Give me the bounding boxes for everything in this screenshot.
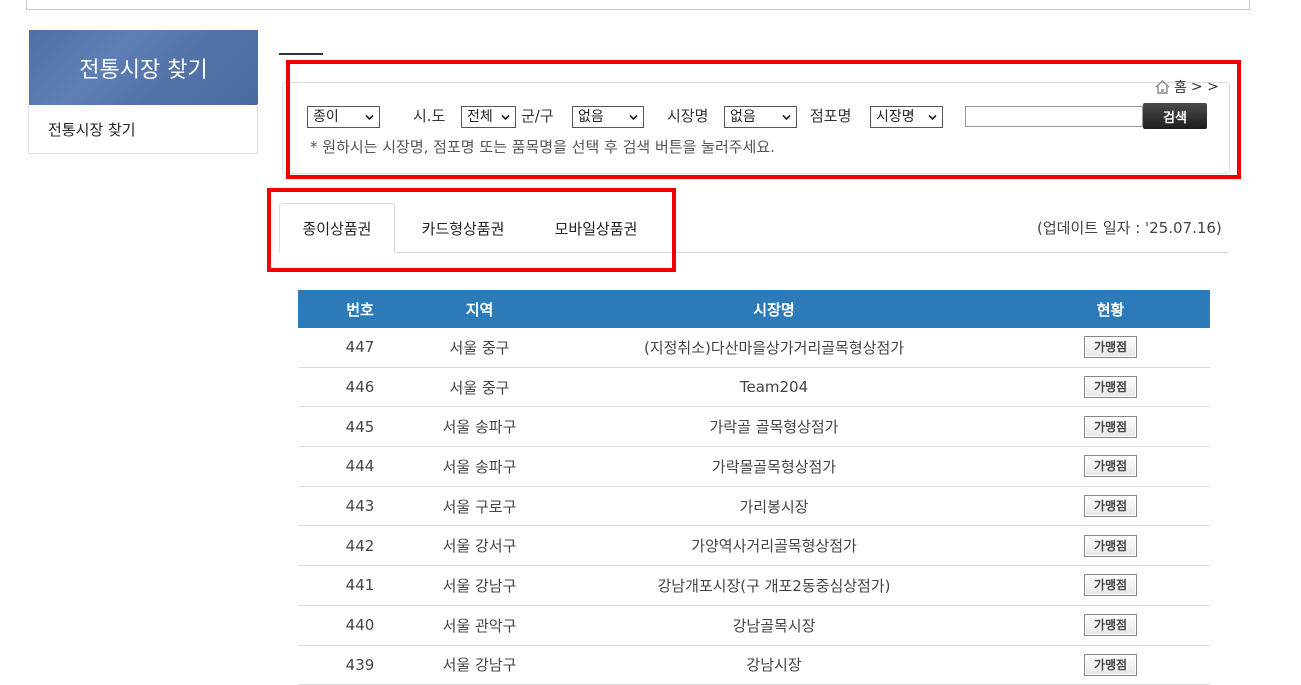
store-list-button[interactable]: 가맹점 [1084,614,1137,636]
market-select[interactable]: 없음 [724,106,797,128]
row-number: 440 [298,606,422,645]
row-market-name: 가양역사거리골목형상점가 [537,526,1011,565]
table-row: 442 서울 강서구 가양역사거리골목형상점가 가맹점 [298,526,1210,566]
chevron-down-icon [781,112,792,123]
row-region: 서울 강남구 [422,646,537,685]
store-list-button[interactable]: 가맹점 [1084,416,1137,438]
store-list-button[interactable]: 가맹점 [1084,336,1137,358]
header-status: 현황 [1011,290,1210,328]
row-region: 서울 송파구 [422,407,537,446]
gungu-label: 군/구 [521,105,554,126]
gungu-select[interactable]: 없음 [572,106,644,128]
table-row: 445 서울 송파구 가락골 골목형상점가 가맹점 [298,407,1210,447]
row-market-name: (지정취소)다산마을상가거리골목형상점가 [537,328,1011,367]
row-region: 서울 강남구 [422,566,537,605]
row-market-name: 가락골 골목형상점가 [537,407,1011,446]
sido-label: 시.도 [413,105,445,126]
row-status: 가맹점 [1011,487,1210,526]
chevron-down-icon [364,112,375,123]
table-header: 번호 지역 시장명 현황 [298,290,1210,328]
chevron-down-icon [927,112,938,123]
row-number: 441 [298,566,422,605]
search-panel [282,82,1230,174]
row-number: 445 [298,407,422,446]
row-number: 446 [298,368,422,407]
store-list-button[interactable]: 가맹점 [1084,574,1137,596]
breadcrumb-home[interactable]: 홈 [1174,77,1187,97]
chevron-down-icon [628,112,639,123]
store-select[interactable]: 시장명 [870,106,943,128]
row-region: 서울 강서구 [422,526,537,565]
row-number: 443 [298,487,422,526]
tab-mobile-voucher[interactable]: 모바일상품권 [532,203,660,253]
row-number: 442 [298,526,422,565]
update-date: (업데이트 일자 : '25.07.16) [1037,217,1222,238]
content-title-underline [279,53,323,55]
store-list-button[interactable]: 가맹점 [1084,376,1137,398]
header-region: 지역 [422,290,537,328]
row-status: 가맹점 [1011,447,1210,486]
breadcrumb: 홈 > > [1155,77,1219,97]
search-input[interactable] [965,106,1143,127]
table-row: 446 서울 중구 Team204 가맹점 [298,368,1210,408]
row-status: 가맹점 [1011,328,1210,367]
store-select-value: 시장명 [876,109,915,125]
sido-select[interactable]: 전체 [461,106,516,128]
table-row: 444 서울 송파구 가락몰골목형상점가 가맹점 [298,447,1210,487]
row-number: 447 [298,328,422,367]
row-status: 가맹점 [1011,526,1210,565]
sidebar-title-text: 전통시장 찾기 [79,52,207,84]
row-market-name: 강남시장 [537,646,1011,685]
table-row: 443 서울 구로구 가리봉시장 가맹점 [298,487,1210,527]
store-list-button[interactable]: 가맹점 [1084,535,1137,557]
row-region: 서울 송파구 [422,447,537,486]
row-number: 439 [298,646,422,685]
row-number: 444 [298,447,422,486]
market-select-value: 없음 [730,109,756,125]
row-status: 가맹점 [1011,606,1210,645]
search-note: * 원하시는 시장명, 점포명 또는 품목명을 선택 후 검색 버튼을 눌러주세… [310,136,775,157]
row-market-name: 가리봉시장 [537,487,1011,526]
row-region: 서울 구로구 [422,487,537,526]
row-market-name: 강남골목시장 [537,606,1011,645]
table-row: 440 서울 관악구 강남골목시장 가맹점 [298,606,1210,646]
top-bar [26,0,1250,10]
type-select-value: 종이 [313,109,339,125]
sidebar-item-label: 전통시장 찾기 [48,119,136,140]
row-region: 서울 중구 [422,328,537,367]
type-select[interactable]: 종이 [307,106,380,128]
sidebar-title: 전통시장 찾기 [29,30,258,105]
table-row: 439 서울 강남구 강남시장 가맹점 [298,646,1210,685]
header-market-name: 시장명 [537,290,1011,328]
chevron-down-icon [500,112,511,123]
home-icon[interactable] [1155,80,1170,94]
row-status: 가맹점 [1011,566,1210,605]
gungu-select-value: 없음 [578,109,604,125]
store-list-button[interactable]: 가맹점 [1084,455,1137,477]
search-button[interactable]: 검색 [1143,103,1207,129]
row-status: 가맹점 [1011,407,1210,446]
tab-paper-voucher[interactable]: 종이상품권 [279,203,395,253]
row-status: 가맹점 [1011,368,1210,407]
row-region: 서울 관악구 [422,606,537,645]
row-status: 가맹점 [1011,646,1210,685]
breadcrumb-arrows: > > [1191,79,1219,95]
market-table-body: 447 서울 중구 (지정취소)다산마을상가거리골목형상점가 가맹점 446 서… [298,328,1210,685]
market-label: 시장명 [667,105,708,126]
row-market-name: 강남개포시장(구 개포2동중심상점가) [537,566,1011,605]
tab-card-voucher[interactable]: 카드형상품권 [400,203,526,253]
row-market-name: 가락몰골목형상점가 [537,447,1011,486]
store-list-button[interactable]: 가맹점 [1084,654,1137,676]
table-row: 441 서울 강남구 강남개포시장(구 개포2동중심상점가) 가맹점 [298,566,1210,606]
sido-select-value: 전체 [467,109,493,125]
table-row: 447 서울 중구 (지정취소)다산마을상가거리골목형상점가 가맹점 [298,328,1210,368]
sidebar-item-market-search[interactable]: 전통시장 찾기 [28,104,258,154]
row-region: 서울 중구 [422,368,537,407]
store-label: 점포명 [810,105,851,126]
row-market-name: Team204 [537,368,1011,407]
header-number: 번호 [298,290,422,328]
store-list-button[interactable]: 가맹점 [1084,495,1137,517]
